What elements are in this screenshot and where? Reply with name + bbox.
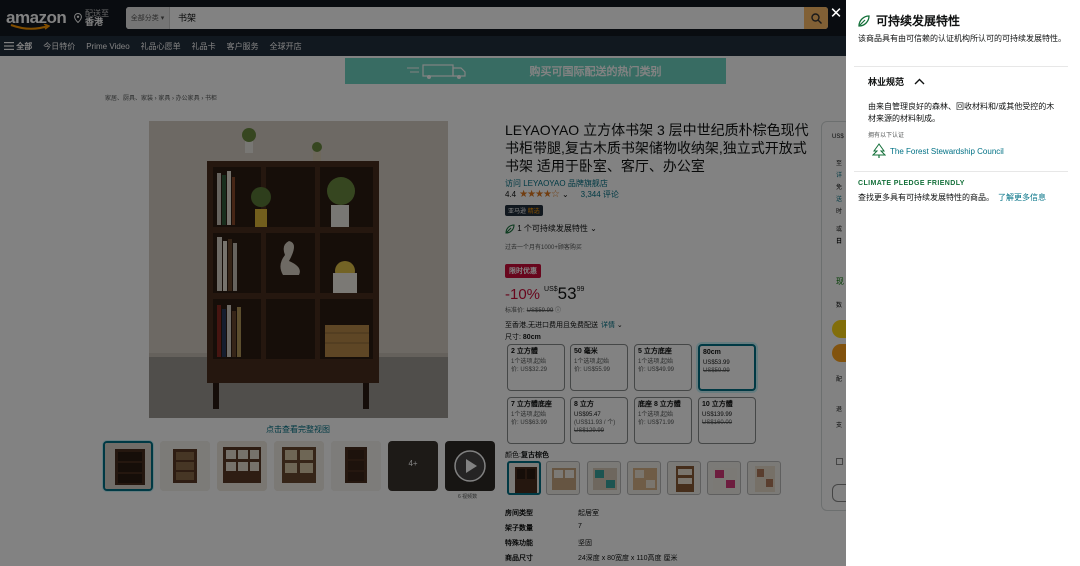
tree-icon — [872, 143, 886, 158]
leaf-icon — [858, 14, 870, 27]
panel-title-text: 可持续发展特性 — [876, 14, 961, 28]
climate-pledge-friendly-logo: CLIMATE PLEDGE FRIENDLY — [858, 180, 965, 187]
chevron-up-icon — [914, 78, 925, 85]
cert-name: The Forest Stewardship Council — [890, 146, 1004, 156]
cpf-description: 查找更多具有可持续发展特性的商品。 了解更多信息 — [858, 192, 1046, 203]
section-title: 林业规范 — [868, 77, 905, 87]
divider — [854, 171, 1068, 172]
cpf-description-text: 查找更多具有可持续发展特性的商品。 — [858, 193, 994, 202]
certified-by-label: 拥有以下认证 — [868, 133, 905, 139]
forestry-section-toggle[interactable]: 林业规范 — [868, 75, 925, 88]
sustainability-panel: 可持续发展特性 该商品具有由可信赖的认证机构所认可的可持续发展特性。 林业规范 … — [846, 0, 1080, 566]
section-description: 由来自管理良好的森林、回收材料和/或其他受控的木材来源的材料制成。 — [868, 102, 1055, 123]
learn-more-link[interactable]: 了解更多信息 — [998, 193, 1046, 202]
modal-backdrop[interactable] — [0, 0, 846, 566]
panel-title: 可持续发展特性 — [858, 12, 960, 29]
divider — [854, 66, 1068, 67]
close-icon[interactable]: ✕ — [828, 4, 844, 22]
panel-description: 该商品具有由可信赖的认证机构所认可的可持续发展特性。 — [858, 34, 1066, 43]
fsc-certification-link[interactable]: The Forest Stewardship Council — [872, 143, 1004, 159]
